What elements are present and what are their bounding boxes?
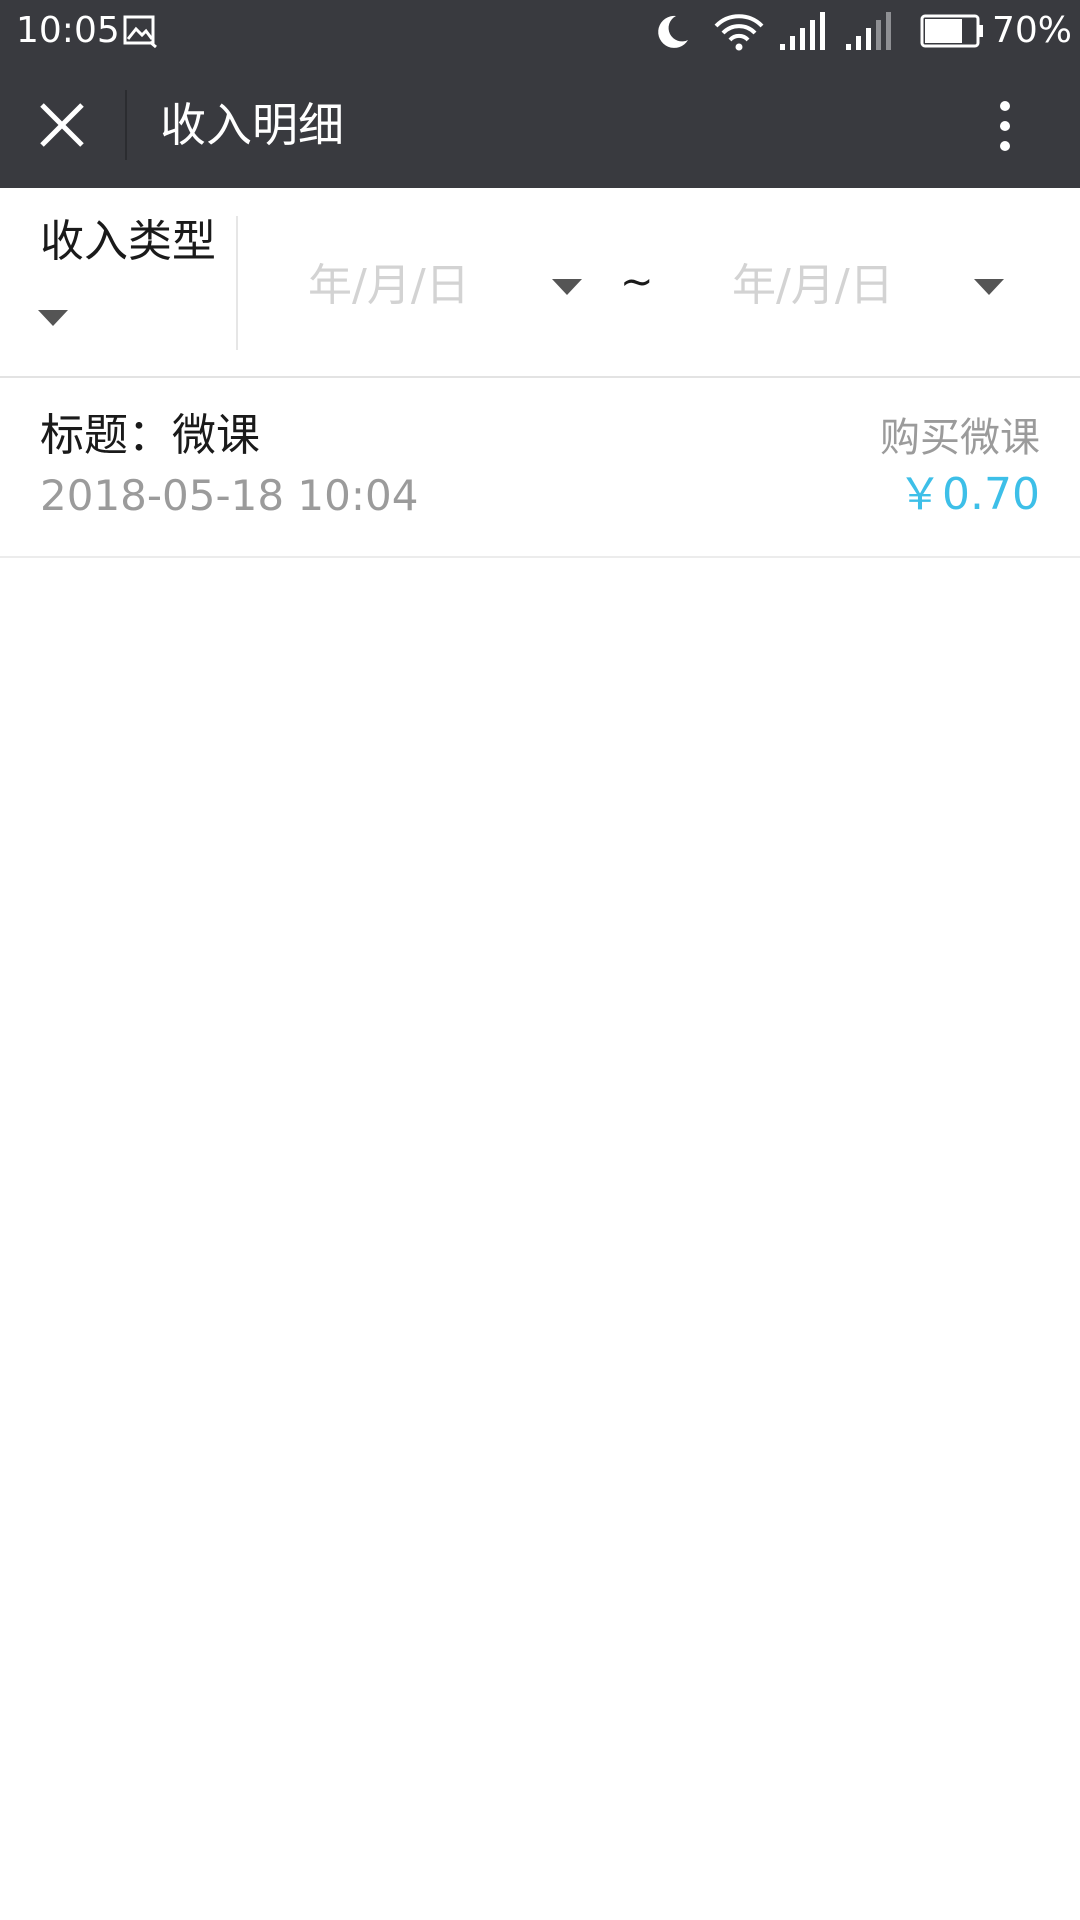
record-type: 购买微课 xyxy=(880,415,1040,461)
caret-down-icon xyxy=(552,279,582,295)
battery-percentage: 70% xyxy=(992,10,1073,51)
record-time: 2018-05-18 10:04 xyxy=(40,471,419,520)
start-date-picker[interactable]: 年/月/日 xyxy=(300,188,590,376)
status-bar: 10:05 70% xyxy=(0,0,1080,62)
date-range-separator: ~ xyxy=(620,259,654,305)
status-time: 10:05 xyxy=(16,10,120,51)
caret-down-icon xyxy=(974,279,1004,295)
end-date-picker[interactable]: 年/月/日 xyxy=(724,188,1014,376)
end-date-placeholder: 年/月/日 xyxy=(732,260,894,311)
record-title: 标题：微课 xyxy=(40,410,260,461)
caret-down-icon xyxy=(38,310,68,326)
filter-divider xyxy=(236,216,238,350)
income-type-select[interactable]: 收入类型 xyxy=(0,188,236,376)
signal-icon xyxy=(780,12,825,50)
record-amount: ￥0.70 xyxy=(898,469,1040,520)
image-icon xyxy=(123,15,157,48)
list-item[interactable]: 标题：微课 2018-05-18 10:04 购买微课 ￥0.70 xyxy=(0,378,1080,558)
header-bar: 收入明细 xyxy=(0,62,1080,188)
wifi-icon xyxy=(714,14,764,51)
close-icon[interactable] xyxy=(34,97,90,153)
moon-icon xyxy=(658,15,688,48)
filter-bar: 收入类型 年/月/日 ~ 年/月/日 xyxy=(0,188,1080,378)
more-menu-icon[interactable] xyxy=(990,98,1020,154)
page-title: 收入明细 xyxy=(160,98,344,152)
header-divider xyxy=(125,90,127,160)
start-date-placeholder: 年/月/日 xyxy=(308,260,470,311)
signal-icon xyxy=(846,12,891,50)
income-type-label: 收入类型 xyxy=(40,216,216,267)
battery-icon xyxy=(920,14,983,48)
